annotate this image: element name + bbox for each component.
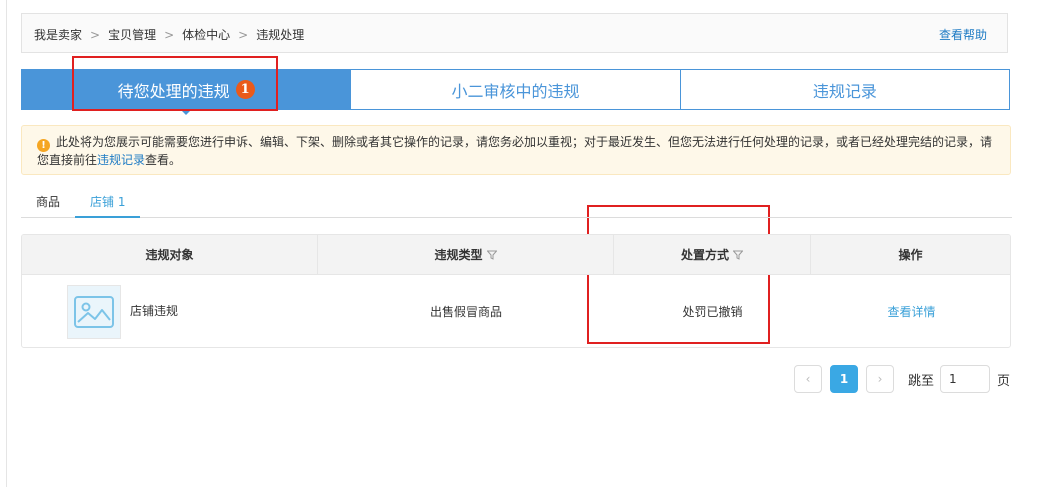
breadcrumb-separator: > [238,27,249,42]
breadcrumb-item-violation-handling: 违规处理 [256,28,305,42]
table-row: 店铺违规 出售假冒商品 处罚已撤销 查看详情 [22,275,1010,347]
cell-operation: 查看详情 [811,275,1010,347]
violations-table: 违规对象 违规类型 处置方式 操作 店铺违规 出售假冒商品 处罚已撤销 查看详情 [21,234,1011,348]
violation-records-link[interactable]: 违规记录 [97,153,145,167]
left-panel-edge [0,0,7,487]
breadcrumb: 我是卖家 > 宝贝管理 > 体检中心 > 违规处理 [34,26,304,43]
tab-pending-violations[interactable]: 待您处理的违规 1 [22,70,352,115]
main-tabs: 待您处理的违规 1 小二审核中的违规 违规记录 [21,69,1010,115]
filter-icon[interactable] [733,250,743,260]
notice-text-end: 查看。 [145,153,182,167]
filter-icon[interactable] [486,250,497,260]
tab-label: 小二审核中的违规 [451,81,580,101]
column-header-action: 处置方式 [614,235,811,274]
cell-action: 处罚已撤销 [682,305,743,319]
count-badge: 1 [235,80,255,99]
warning-icon: ! [37,139,50,152]
object-label: 店铺违规 [130,304,179,318]
page-unit-label: 页 [997,373,1011,389]
tab-label: 待您处理的违规 [117,81,230,101]
tab-under-review-violations[interactable]: 小二审核中的违规 [351,70,681,109]
column-header-object: 违规对象 [22,235,318,274]
breadcrumb-separator: > [164,27,175,42]
view-details-link[interactable]: 查看详情 [887,303,935,320]
cell-type: 出售假冒商品 [429,305,502,319]
breadcrumb-item-checkup-center[interactable]: 体检中心 [182,26,230,43]
next-page-button[interactable]: › [866,365,894,393]
breadcrumb-item-seller[interactable]: 我是卖家 [34,26,82,43]
page-jump-input[interactable] [940,365,991,393]
cell-object: 店铺违规 [22,275,318,347]
tab-label: 违规记录 [812,81,877,101]
table-header: 违规对象 违规类型 处置方式 操作 [22,235,1010,275]
sub-tabs: 商品 店铺 1 [21,193,1012,218]
sub-tab-shop[interactable]: 店铺 1 [75,193,141,218]
page-button-current[interactable]: 1 [830,365,858,393]
pagination: ‹ 1 › 跳至 页 [794,365,1016,393]
breadcrumb-separator: > [90,27,101,42]
jump-label: 跳至 [908,373,935,389]
help-link[interactable]: 查看帮助 [939,26,987,43]
prev-page-button[interactable]: ‹ [794,365,822,393]
tab-violation-records[interactable]: 违规记录 [681,70,1009,109]
column-header-operation: 操作 [898,248,923,262]
breadcrumb-item-item-management[interactable]: 宝贝管理 [108,26,156,43]
breadcrumb-bar: 我是卖家 > 宝贝管理 > 体检中心 > 违规处理 查看帮助 [21,13,1008,53]
notice-banner: ! 此处将为您展示可能需要您进行申诉、编辑、下架、删除或者其它操作的记录，请您务必… [21,125,1011,175]
image-placeholder-icon [67,284,121,339]
column-header-type: 违规类型 [318,235,614,274]
sub-tab-products[interactable]: 商品 [21,193,75,218]
